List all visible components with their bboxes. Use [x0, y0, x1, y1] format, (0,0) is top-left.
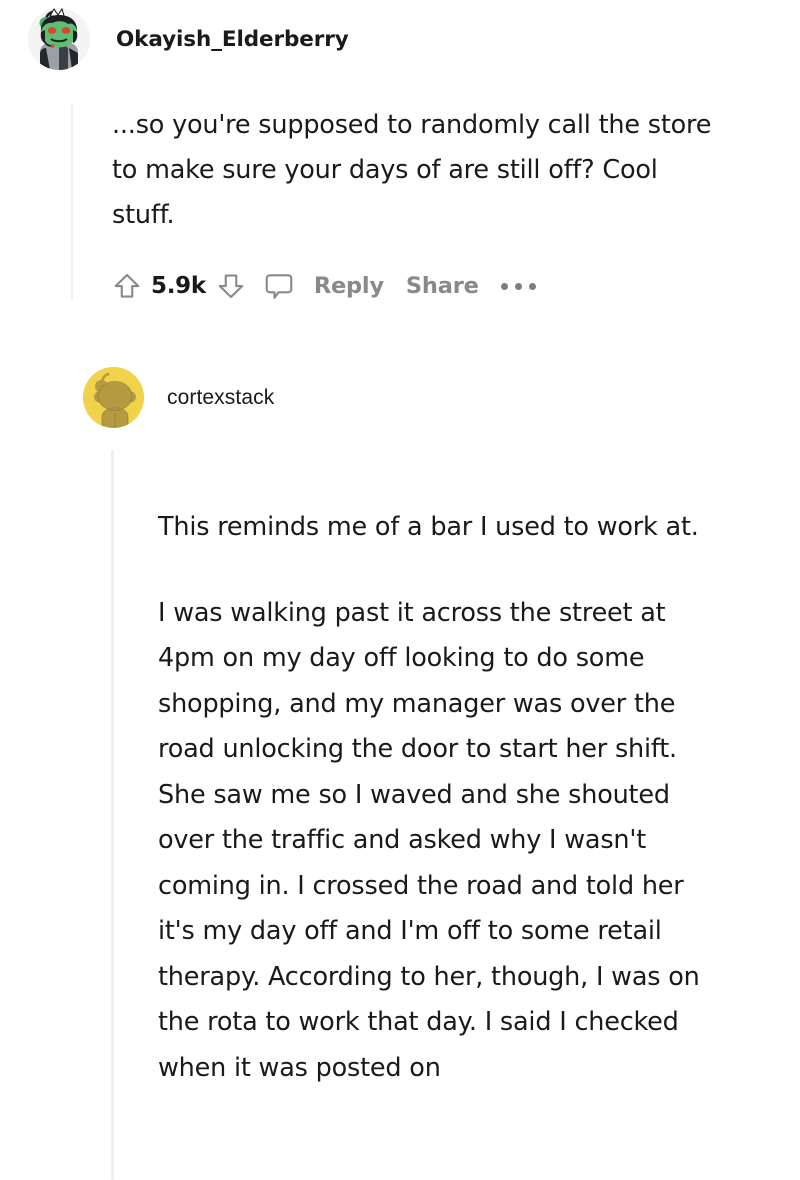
more-options-button[interactable] [500, 282, 536, 290]
comment-header: cortexstack [83, 367, 274, 428]
downvote-button[interactable] [216, 271, 246, 301]
comment-body: This reminds me of a bar I used to work … [158, 505, 710, 1091]
upvote-arrow-icon [114, 273, 140, 298]
reply-button[interactable]: Reply [314, 273, 384, 299]
avatar[interactable] [28, 8, 90, 70]
score: 5.9k [151, 273, 206, 299]
username[interactable]: cortexstack [167, 386, 274, 410]
comment-body: ...so you're supposed to randomly call t… [112, 110, 712, 230]
thread-line[interactable] [71, 104, 73, 300]
comment-paragraph: I was walking past it across the street … [158, 597, 700, 1083]
comment-bubble-icon [265, 274, 293, 299]
more-options-icon [500, 282, 508, 290]
username[interactable]: Okayish_Elderberry [116, 27, 349, 52]
thread-line[interactable] [111, 450, 114, 1180]
comment-paragraph: This reminds me of a bar I used to work … [158, 512, 699, 542]
comment-thread: Okayish_Elderberry ...so you're supposed… [0, 0, 800, 1180]
comment-button[interactable] [264, 271, 294, 301]
share-button[interactable]: Share [406, 273, 479, 299]
upvote-button[interactable] [112, 271, 142, 301]
comment-header: Okayish_Elderberry [28, 8, 349, 70]
avatar[interactable] [83, 367, 144, 428]
downvote-arrow-icon [218, 274, 244, 299]
comment-action-bar: 5.9k Reply Share [112, 263, 536, 309]
